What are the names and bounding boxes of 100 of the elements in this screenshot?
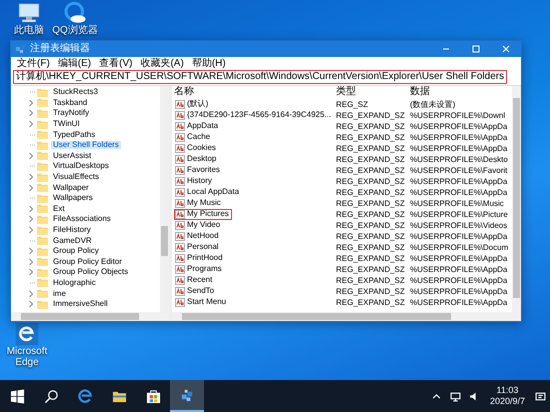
table-cell-text: REG_EXPAND_SZ bbox=[336, 156, 406, 164]
tree-item[interactable]: VirtualDesktops bbox=[51, 162, 111, 170]
tree-item[interactable]: TWinUI bbox=[51, 120, 82, 128]
chevron-right-icon[interactable] bbox=[27, 215, 35, 224]
menu-item[interactable]: 帮助(H) bbox=[192, 58, 226, 68]
chevron-right-icon[interactable] bbox=[27, 258, 35, 266]
string-value-icon bbox=[175, 198, 185, 208]
table-cell-text: %USERPROFILE%\Deskto bbox=[410, 156, 509, 164]
value-name-cell[interactable]: Recent bbox=[174, 274, 216, 286]
chevron-right-icon[interactable] bbox=[27, 268, 35, 276]
tree-item[interactable]: Ext bbox=[51, 204, 67, 213]
chevron-right-icon[interactable] bbox=[27, 173, 35, 182]
value-name-cell[interactable]: History bbox=[174, 176, 215, 186]
tree-item[interactable]: VisualEffects bbox=[51, 173, 101, 182]
folder-icon bbox=[37, 246, 48, 256]
value-name-cell[interactable]: Cache bbox=[174, 132, 214, 142]
desktop-icon-label[interactable]: QQ浏览器 bbox=[52, 25, 98, 36]
value-name-cell[interactable]: My Video bbox=[174, 220, 224, 230]
table-cell-text: %USERPROFILE%\Music bbox=[410, 200, 505, 208]
folder-icon bbox=[37, 278, 48, 288]
table-cell-text: REG_EXPAND_SZ bbox=[336, 254, 406, 262]
window-title: 注册表编辑器 bbox=[30, 44, 90, 54]
maximize-icon[interactable] bbox=[471, 44, 481, 54]
value-name-cell[interactable]: (默认) bbox=[174, 98, 212, 110]
value-name-cell[interactable]: NetHood bbox=[174, 230, 222, 242]
address-field[interactable]: 计算机\HKEY_CURRENT_USER\SOFTWARE\Microsoft\Windows\CurrentVersion\Explorer\User Shell Folders bbox=[13, 70, 508, 84]
column-header[interactable]: 名称 bbox=[172, 86, 336, 99]
column-header[interactable]: 数据 bbox=[410, 86, 510, 99]
string-value-icon bbox=[175, 264, 185, 274]
value-name-cell[interactable]: Favorites bbox=[174, 164, 223, 176]
chevron-right-icon[interactable] bbox=[27, 98, 35, 107]
folder-icon bbox=[37, 183, 48, 192]
registry-app-icon bbox=[16, 44, 26, 54]
value-name-cell[interactable]: My Music bbox=[174, 198, 224, 208]
desktop-icon-label[interactable]: 此电脑 bbox=[14, 25, 44, 36]
folder-icon bbox=[37, 130, 48, 140]
value-name-cell[interactable]: Start Menu bbox=[174, 296, 230, 308]
folder-icon bbox=[37, 204, 48, 214]
shopping-bag-icon bbox=[146, 388, 160, 404]
chevron-right-icon[interactable] bbox=[27, 247, 35, 256]
folder-icon bbox=[37, 140, 48, 150]
chevron-right-icon[interactable] bbox=[27, 290, 35, 298]
tree-item[interactable]: Holographic bbox=[51, 278, 98, 287]
tree-item[interactable]: Group Policy Editor bbox=[51, 258, 124, 266]
value-name-cell[interactable]: AppData bbox=[174, 120, 222, 132]
chevron-right-icon[interactable] bbox=[27, 152, 35, 160]
tree-item[interactable]: FileAssociations bbox=[51, 215, 113, 224]
vertical-scrollbar[interactable] bbox=[160, 86, 169, 312]
tree-item[interactable]: GameDVR bbox=[51, 236, 94, 245]
tree-item[interactable]: UserAssist bbox=[51, 152, 94, 160]
table-cell-text: REG_EXPAND_SZ bbox=[336, 298, 406, 306]
chevron-right-icon[interactable] bbox=[27, 204, 35, 213]
menu-item[interactable]: 收藏夹(A) bbox=[140, 58, 184, 68]
horizontal-scrollbar[interactable] bbox=[172, 312, 521, 321]
tree-item[interactable]: Group Policy bbox=[51, 247, 101, 256]
vertical-scrollbar[interactable] bbox=[512, 86, 521, 312]
tree-item[interactable]: ime bbox=[51, 290, 68, 298]
table-cell-text: REG_EXPAND_SZ bbox=[336, 244, 406, 252]
chevron-right-icon[interactable] bbox=[27, 226, 35, 234]
tree-item[interactable]: StuckRects3 bbox=[51, 88, 100, 96]
chevron-right-icon[interactable] bbox=[27, 120, 35, 128]
value-name-cell[interactable]: SendTo bbox=[174, 286, 218, 296]
string-value-icon bbox=[175, 210, 185, 218]
menu-item[interactable]: 文件(F) bbox=[17, 58, 50, 68]
tree-item[interactable]: Taskband bbox=[51, 98, 90, 107]
clock-time: 11:03 bbox=[496, 385, 518, 396]
notification-icon[interactable] bbox=[535, 390, 546, 402]
tree-item[interactable]: Wallpaper bbox=[51, 184, 91, 192]
value-name-cell[interactable]: Cookies bbox=[174, 142, 219, 154]
string-value-icon bbox=[175, 154, 185, 164]
chevron-right-icon[interactable] bbox=[27, 109, 35, 118]
value-name-cell[interactable]: Personal bbox=[174, 242, 222, 252]
string-value-icon bbox=[175, 188, 185, 196]
tree-item[interactable]: Group Policy Objects bbox=[51, 268, 130, 276]
close-icon[interactable] bbox=[501, 44, 511, 54]
folder-icon bbox=[37, 257, 48, 266]
table-cell-text: REG_EXPAND_SZ bbox=[336, 166, 406, 174]
tree-item[interactable]: User Shell Folders bbox=[51, 141, 121, 150]
value-name-cell[interactable]: Desktop bbox=[174, 154, 220, 164]
column-header[interactable]: 类型 bbox=[336, 86, 410, 99]
tree-item[interactable]: FileHistory bbox=[51, 226, 93, 234]
tree-item[interactable]: ImmersiveShell bbox=[51, 300, 110, 308]
value-name-cell[interactable]: PrintHood bbox=[174, 252, 226, 264]
tree-item[interactable]: TypedPaths bbox=[51, 130, 98, 139]
network-icon[interactable] bbox=[450, 390, 461, 402]
tree-item[interactable]: TrayNotify bbox=[51, 109, 92, 118]
value-name-cell[interactable]: My Pictures bbox=[174, 208, 232, 220]
value-name-cell[interactable]: {374DE290-123F-4565-9164-39C4925... bbox=[174, 110, 334, 120]
tree-item[interactable]: Wallpapers bbox=[51, 194, 95, 202]
menu-item[interactable]: 查看(V) bbox=[99, 58, 132, 68]
string-value-icon bbox=[175, 254, 185, 262]
chevron-right-icon[interactable] bbox=[27, 300, 35, 308]
horizontal-scrollbar[interactable] bbox=[11, 312, 169, 321]
value-name-cell[interactable]: Programs bbox=[174, 264, 225, 274]
value-name-cell[interactable]: Local AppData bbox=[174, 186, 242, 198]
chevron-right-icon[interactable] bbox=[27, 184, 35, 192]
cubes-icon bbox=[180, 388, 194, 402]
clock[interactable]: 11:03 2020/9/7 bbox=[490, 385, 525, 407]
menu-item[interactable]: 编辑(E) bbox=[58, 58, 92, 68]
table-cell-text: %USERPROFILE%\AppDa bbox=[410, 298, 508, 306]
